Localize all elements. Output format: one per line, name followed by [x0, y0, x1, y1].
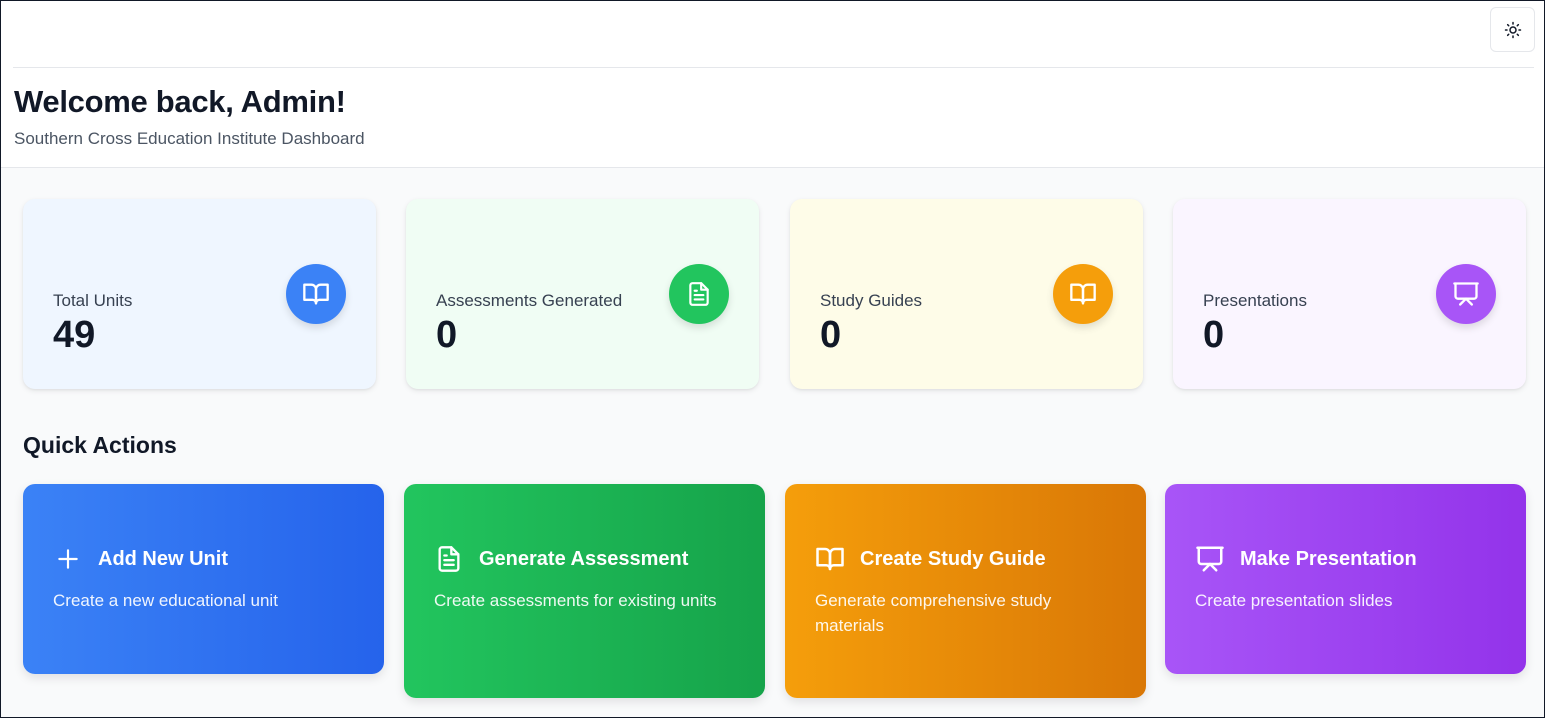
quick-actions-title: Quick Actions [23, 432, 177, 458]
action-title: Make Presentation [1240, 547, 1417, 570]
presentation-icon [1453, 282, 1479, 306]
file-text-icon [689, 282, 709, 306]
action-header: Add New Unit [53, 544, 228, 574]
generate-assessment-button[interactable]: Generate Assessment Create assessments f… [404, 484, 765, 698]
action-description: Create a new educational unit [53, 591, 278, 610]
book-open-icon [303, 283, 329, 305]
file-text-icon [438, 546, 460, 572]
book-open-icon [816, 547, 844, 571]
action-header: Create Study Guide [815, 544, 1046, 574]
stat-label: Study Guides [820, 291, 923, 310]
plus-icon [58, 549, 78, 569]
action-description: Generate comprehensive study materials [815, 591, 1052, 635]
dashboard-main: Total Units 49 Assessments Generated 0 S… [1, 168, 1544, 717]
action-title: Generate Assessment [479, 547, 689, 570]
stat-card-presentations: Presentations 0 [1173, 199, 1526, 389]
stat-value: 49 [53, 314, 96, 356]
page-title: Welcome back, Admin! [14, 84, 346, 119]
stat-value: 0 [436, 314, 458, 356]
action-title: Add New Unit [98, 547, 228, 570]
add-new-unit-button[interactable]: Add New Unit Create a new educational un… [23, 484, 384, 674]
sun-icon [1504, 21, 1521, 38]
top-bar [1, 1, 1544, 68]
app-window: Welcome back, Admin! Southern Cross Educ… [0, 0, 1545, 718]
stat-icon-badge [286, 264, 346, 324]
stat-value: 0 [820, 314, 842, 356]
stat-card-total-units: Total Units 49 [23, 199, 376, 389]
theme-toggle-button[interactable] [1490, 7, 1535, 52]
action-description: Create assessments for existing units [434, 591, 717, 610]
stat-card-assessments: Assessments Generated 0 [406, 199, 759, 389]
action-title: Create Study Guide [860, 547, 1046, 570]
make-presentation-button[interactable]: Make Presentation Create presentation sl… [1165, 484, 1526, 674]
stat-icon-badge [1053, 264, 1113, 324]
page-subtitle: Southern Cross Education Institute Dashb… [14, 129, 365, 148]
stat-label: Total Units [53, 291, 133, 310]
stat-card-study-guides: Study Guides 0 [790, 199, 1143, 389]
page-header: Welcome back, Admin! Southern Cross Educ… [1, 68, 1544, 168]
action-header: Make Presentation [1195, 544, 1417, 574]
stat-icon-badge [669, 264, 729, 324]
stat-value: 0 [1203, 314, 1225, 356]
action-description: Create presentation slides [1195, 591, 1393, 610]
stat-label: Assessments Generated [436, 291, 623, 310]
stat-label: Presentations [1203, 291, 1307, 310]
presentation-icon [1196, 546, 1224, 572]
book-open-icon [1070, 283, 1096, 305]
create-study-guide-button[interactable]: Create Study Guide Generate comprehensiv… [785, 484, 1146, 698]
stat-icon-badge [1436, 264, 1496, 324]
action-header: Generate Assessment [434, 544, 688, 574]
